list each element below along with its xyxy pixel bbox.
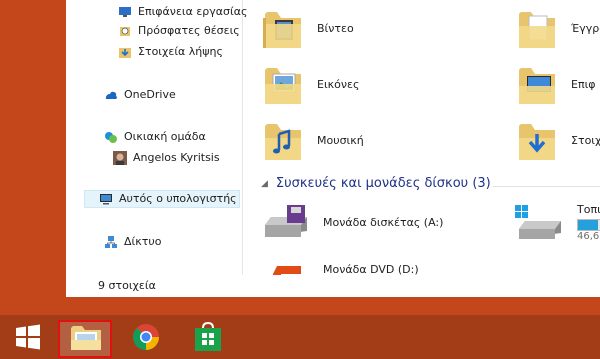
desktop-folder-icon xyxy=(519,68,555,104)
status-bar: 9 στοιχεία xyxy=(66,275,600,297)
nav-item-network[interactable]: Δίκτυο xyxy=(104,233,161,251)
videos-folder-icon xyxy=(263,12,301,48)
desktop-icon xyxy=(119,7,131,17)
folder-item-videos[interactable]: Βίντεο xyxy=(261,4,354,52)
nav-item-downloads[interactable]: Στοιχεία λήψης xyxy=(118,43,223,61)
folder-label: Μουσική xyxy=(317,133,364,147)
item-count: 9 στοιχεία xyxy=(98,279,156,292)
device-label: Μονάδα DVD (D:) xyxy=(323,262,419,276)
active-taskbar-highlight xyxy=(58,320,112,358)
folder-item-pictures[interactable]: Εικόνες xyxy=(261,60,359,108)
chrome-icon xyxy=(132,324,160,351)
devices-header-label: Συσκευές και μονάδες δίσκου (3) xyxy=(275,176,491,191)
nav-item-this-pc[interactable]: Αυτός ο υπολογιστής xyxy=(84,190,240,208)
folder-item-documents[interactable]: Έγγρα xyxy=(515,4,600,52)
device-item-floppy[interactable]: Μονάδα δισκέτας (A:) xyxy=(261,203,443,241)
folder-label: Έγγρα xyxy=(571,21,600,35)
device-free-space: 46,6 G xyxy=(577,231,600,242)
floppy-drive-icon xyxy=(265,205,307,237)
nav-item-onedrive[interactable]: OneDrive xyxy=(104,86,176,104)
nav-item-desktop[interactable]: Επιφάνεια εργασίας xyxy=(118,3,247,21)
folder-item-downloads[interactable]: Στοιχ xyxy=(515,116,600,164)
network-icon xyxy=(105,236,117,248)
nav-item-label: Επιφάνεια εργασίας xyxy=(138,5,248,18)
nav-item-label: OneDrive xyxy=(124,88,176,101)
user-avatar-icon xyxy=(113,151,127,165)
homegroup-icon xyxy=(105,132,117,143)
nav-item-homegroup[interactable]: Οικιακή ομάδα xyxy=(104,128,206,146)
device-label: Τοπικ xyxy=(577,203,600,216)
nav-item-label: Οικιακή ομάδα xyxy=(124,130,206,143)
device-item-dvd[interactable]: Μονάδα DVD (D:) xyxy=(261,254,419,275)
folder-label: Επιφ xyxy=(571,77,596,91)
devices-section-header[interactable]: ◢ Συσκευές και μονάδες δίσκου (3) xyxy=(261,176,491,191)
music-folder-icon xyxy=(265,124,301,160)
folder-item-desktop[interactable]: Επιφ xyxy=(515,60,596,108)
section-divider xyxy=(493,186,600,187)
start-button[interactable] xyxy=(8,315,48,359)
downloads-icon xyxy=(119,48,131,58)
device-item-local-disk[interactable]: Τοπικ 46,6 G xyxy=(515,203,600,242)
nav-item-label: Στοιχεία λήψης xyxy=(138,45,223,58)
dvd-drive-icon xyxy=(273,266,301,275)
store-icon xyxy=(195,322,221,351)
disk-usage-fill xyxy=(578,220,598,230)
this-pc-icon xyxy=(100,194,112,205)
recent-places-icon xyxy=(120,27,130,36)
documents-folder-icon xyxy=(519,12,555,48)
nav-item-user[interactable]: Angelos Kyritsis xyxy=(113,149,220,167)
nav-item-label: Πρόσφατες θέσεις xyxy=(138,24,240,37)
nav-item-label: Αυτός ο υπολογιστής xyxy=(119,192,237,205)
nav-item-label: Δίκτυο xyxy=(124,235,162,248)
folder-label: Βίντεο xyxy=(317,21,354,35)
downloads-folder-icon xyxy=(519,124,555,160)
folder-label: Εικόνες xyxy=(317,77,360,91)
pictures-folder-icon xyxy=(265,68,301,104)
device-label: Μονάδα δισκέτας (A:) xyxy=(323,215,444,229)
store-taskbar-button[interactable] xyxy=(184,315,232,359)
folder-label: Στοιχ xyxy=(571,133,600,147)
nav-item-recent-places[interactable]: Πρόσφατες θέσεις xyxy=(118,22,240,40)
chevron-down-icon: ◢ xyxy=(261,178,268,189)
content-pane: Βίντεο Έγγρα Εικόνες Επιφ xyxy=(243,0,600,275)
chrome-taskbar-button[interactable] xyxy=(122,315,170,359)
windows-logo-icon xyxy=(16,324,40,350)
folder-item-music[interactable]: Μουσική xyxy=(261,116,364,164)
onedrive-icon xyxy=(105,91,117,99)
disk-usage-bar xyxy=(577,219,600,231)
local-disk-icon xyxy=(515,205,561,239)
nav-item-label: Angelos Kyritsis xyxy=(133,151,220,164)
